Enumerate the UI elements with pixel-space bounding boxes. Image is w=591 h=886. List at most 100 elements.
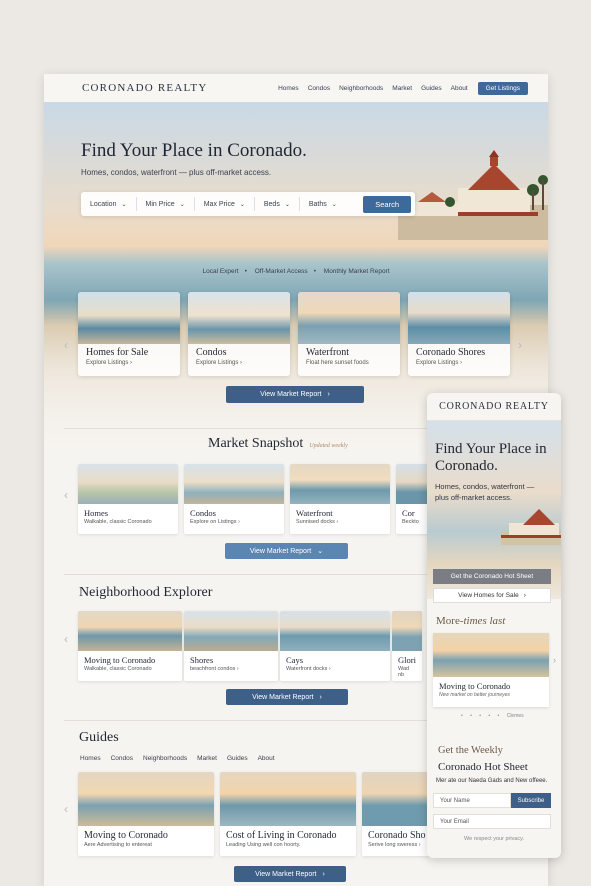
explorer-card-cays[interactable]: Cays Waterfront docks › <box>280 611 390 681</box>
beds-select[interactable]: Beds ⌄ <box>255 197 300 211</box>
card-sub: Explore on Listings › <box>190 519 240 525</box>
location-select[interactable]: Location ⌄ <box>81 197 137 211</box>
hotel-del-illustration <box>398 150 548 240</box>
card-sub: Wad nb <box>398 666 410 678</box>
explorer-market-report-button[interactable]: View Market Report › <box>226 689 348 705</box>
guides-nav-homes[interactable]: Homes <box>80 755 101 762</box>
brand-logo[interactable]: CORONADO REALTY <box>82 82 269 94</box>
snapshot-card-homes[interactable]: Homes Walkable, classic Coronado <box>78 464 178 534</box>
card-photo <box>280 611 390 651</box>
snapshot-market-report-button[interactable]: View Market Report ⌄ <box>225 543 348 559</box>
search-button[interactable]: Search <box>363 195 411 213</box>
guide-card-cost-of-living[interactable]: Cost of Living in Coronado Leading Using… <box>220 772 356 856</box>
explorer-card-moving[interactable]: Moving to Coronado Walkable, classic Cor… <box>78 611 182 681</box>
nav-market[interactable]: Market <box>392 85 412 92</box>
guide-card-moving[interactable]: Moving to Coronado Aere Advertising to e… <box>78 772 214 856</box>
card-title: Condos <box>190 508 216 518</box>
card-link[interactable]: Float here sunset foods <box>298 358 400 368</box>
nav-about[interactable]: About <box>451 85 468 92</box>
explorer-cards: Moving to Coronado Walkable, classic Cor… <box>78 611 422 681</box>
hero-subtitle: Homes, condos, waterfront — plus off-mar… <box>81 168 272 177</box>
card-link[interactable]: Explore Listings › <box>78 358 180 368</box>
carousel-next-icon[interactable]: › <box>553 655 556 665</box>
card-homes-for-sale[interactable]: Homes for Sale Explore Listings › <box>78 292 180 376</box>
guides-nav-about[interactable]: About <box>258 755 275 762</box>
card-sub: Waterfront docks › <box>286 666 331 672</box>
email-input[interactable]: Your Email <box>433 814 551 829</box>
card-link[interactable]: Explore Listings › <box>188 358 290 368</box>
card-coronado-shores[interactable]: Coronado Shores Explore Listings › <box>408 292 510 376</box>
subscribe-button[interactable]: Subscribe <box>511 793 551 808</box>
arrow-right-icon: › <box>322 870 325 878</box>
card-title: Moving to Coronado <box>439 681 511 691</box>
chevron-down-icon: ⌄ <box>331 201 337 208</box>
card-waterfront[interactable]: Waterfront Float here sunset foods <box>298 292 400 376</box>
guides-nav-neighborhoods[interactable]: Neighborhoods <box>143 755 187 762</box>
card-photo <box>78 772 214 826</box>
snapshot-cards: Homes Walkable, classic Coronado Condos … <box>78 464 436 534</box>
baths-select[interactable]: Baths ⌄ <box>300 197 346 211</box>
nav-homes[interactable]: Homes <box>278 85 299 92</box>
carousel-prev-icon[interactable]: ‹ <box>64 632 68 646</box>
carousel-prev-icon[interactable]: ‹ <box>64 338 68 352</box>
guide-card-partial[interactable]: Coronado Sho Serive long sweress › <box>362 772 432 856</box>
view-homes-button[interactable]: View Homes for Sale › <box>433 588 551 603</box>
min-price-label: Min Price <box>145 200 175 208</box>
heading-italic: times last <box>463 615 506 627</box>
card-sub: Walkable, classic Coronado <box>84 666 152 672</box>
card-condos[interactable]: Condos Explore Listings › <box>188 292 290 376</box>
dots-label: Clemes <box>506 713 524 719</box>
snapshot-card-waterfront[interactable]: Waterfront Sunnised docks › <box>290 464 390 534</box>
card-photo <box>78 464 178 504</box>
carousel-dots[interactable]: • • • • • Clemes <box>461 713 524 719</box>
button-label: View Market Report <box>260 391 322 398</box>
arrow-right-icon: › <box>327 391 330 398</box>
card-link[interactable]: Explore Listings › <box>408 358 510 368</box>
card-title: Homes <box>84 508 109 518</box>
chevron-down-icon: ⌄ <box>284 201 290 208</box>
card-sub: Walkable, classic Coronado <box>84 519 152 525</box>
nav-condos[interactable]: Condos <box>308 85 330 92</box>
search-bar: Location ⌄ Min Price ⌄ Max Price ⌄ Beds ⌄ Ba… <box>81 192 415 216</box>
trust-item: Local Expert <box>202 268 239 275</box>
guides-nav-condos[interactable]: Condos <box>111 755 133 762</box>
card-title: Moving to Coronado <box>84 655 156 665</box>
explorer-card-partial[interactable]: Glori Wad nb <box>392 611 422 681</box>
name-input[interactable]: Your Name <box>433 793 511 808</box>
arrow-right-icon: › <box>523 592 526 599</box>
min-price-select[interactable]: Min Price ⌄ <box>137 197 195 211</box>
carousel-next-icon[interactable]: › <box>518 338 522 352</box>
snapshot-card-condos[interactable]: Condos Explore on Listings › <box>184 464 284 534</box>
card-photo <box>392 611 422 651</box>
guides-cards: Moving to Coronado Aere Advertising to e… <box>78 772 432 856</box>
newsletter-title: Coronado Hot Sheet <box>438 761 528 773</box>
guides-nav-guides[interactable]: Guides <box>227 755 248 762</box>
button-label: View Homes for Sale <box>458 592 519 599</box>
carousel-prev-icon[interactable]: ‹ <box>64 802 68 816</box>
guides-market-report-button[interactable]: View Market Report › <box>234 866 346 882</box>
mobile-brand[interactable]: CORONADO REALTY <box>427 393 561 421</box>
guides-nav-market[interactable]: Market <box>197 755 217 762</box>
mobile-guide-card[interactable]: Moving to Coronado New market on better … <box>433 633 549 707</box>
max-price-select[interactable]: Max Price ⌄ <box>195 197 255 211</box>
nav-guides[interactable]: Guides <box>421 85 442 92</box>
card-photo <box>188 292 290 344</box>
hot-sheet-button[interactable]: Get the Coronado Hot Sheet <box>433 569 551 584</box>
card-photo <box>362 772 432 826</box>
card-title: Homes for Sale <box>86 347 149 358</box>
beds-label: Beds <box>263 200 280 208</box>
hero-cards: Homes for Sale Explore Listings › Condos… <box>78 292 510 376</box>
card-photo <box>298 292 400 344</box>
explorer-card-shores[interactable]: Shores beachfront condos › <box>184 611 278 681</box>
card-sub: Aere Advertising to entereat <box>84 842 152 848</box>
carousel-prev-icon[interactable]: ‹ <box>64 488 68 502</box>
hero-title: Find Your Place in Coronado. <box>81 140 307 161</box>
view-market-report-button[interactable]: View Market Report › <box>226 386 364 403</box>
button-label: View Market Report <box>252 693 314 701</box>
chevron-down-icon: ⌄ <box>121 201 127 208</box>
mobile-section-heading: More-times last <box>436 615 505 627</box>
nav-neighborhoods[interactable]: Neighborhoods <box>339 85 383 92</box>
section-tagline: Updated weekly <box>309 443 348 449</box>
get-listings-button[interactable]: Get Listings <box>477 81 528 95</box>
card-sub: Leading Using well con hoorty. <box>226 842 301 848</box>
